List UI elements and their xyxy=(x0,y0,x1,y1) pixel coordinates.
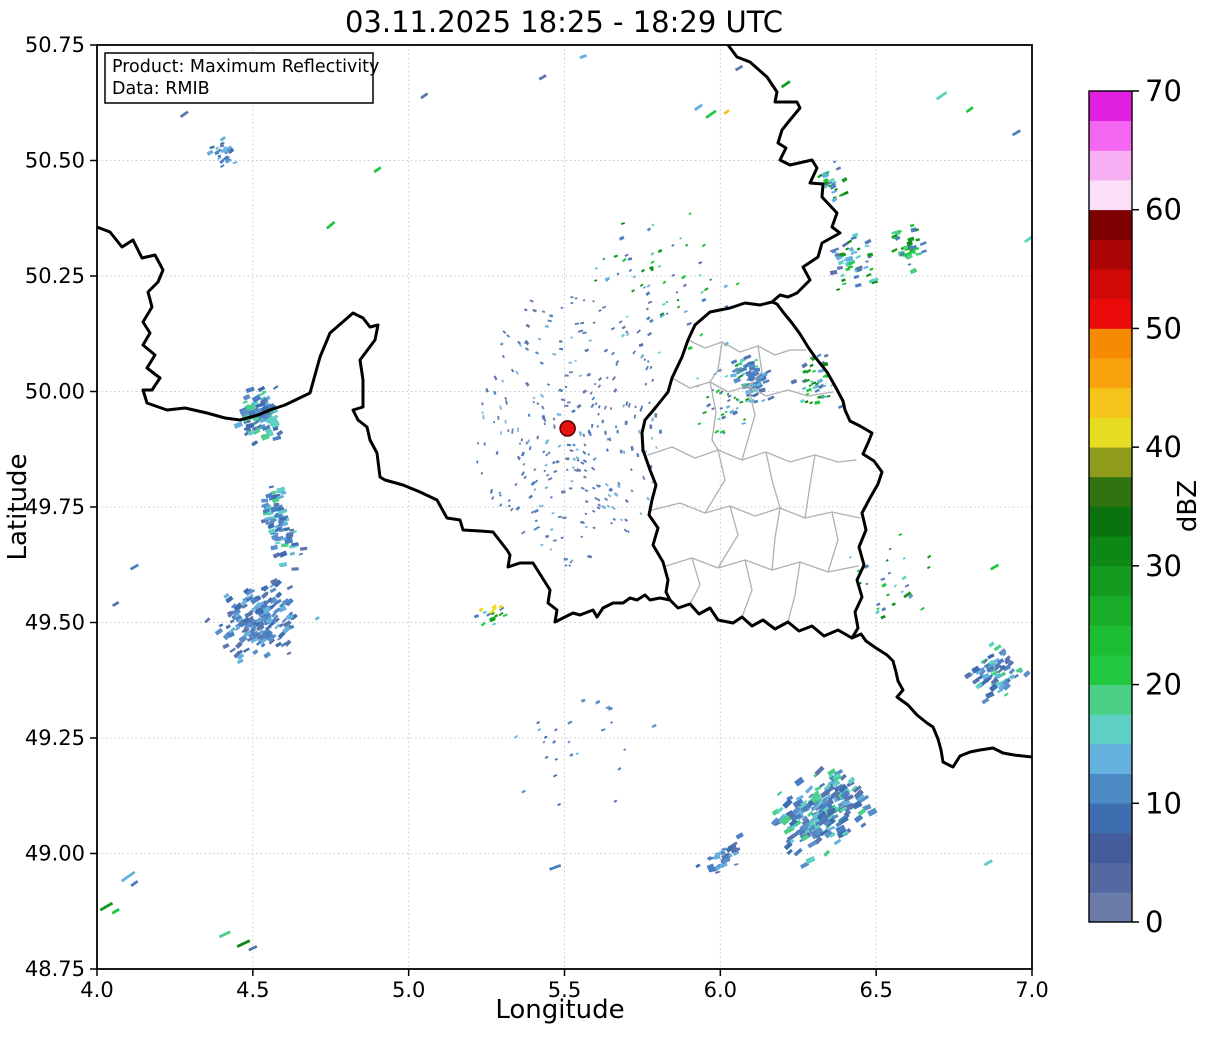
colorbar-segment xyxy=(1089,743,1132,775)
y-tick-label: 49.00 xyxy=(25,842,85,866)
colorbar-segment xyxy=(1089,506,1132,537)
colorbar-segment xyxy=(1089,209,1132,240)
product-annotation-box: Product: Maximum Reflectivity Data: RMIB xyxy=(104,52,379,104)
radar-site-dot xyxy=(559,420,576,437)
colorbar-segment xyxy=(1089,446,1132,478)
y-tick-label: 49.75 xyxy=(25,495,85,519)
colorbar-segment xyxy=(1089,832,1132,864)
annotation-data-line: Data: RMIB xyxy=(112,79,210,99)
colorbar-segment xyxy=(1089,802,1132,834)
colorbar-segment xyxy=(1089,238,1132,270)
plot-title: 03.11.2025 18:25 - 18:29 UTC xyxy=(345,5,783,39)
colorbar-segment xyxy=(1089,298,1132,329)
x-axis-label: Longitude xyxy=(495,995,624,1025)
colorbar-label: dBZ xyxy=(1173,480,1203,532)
colorbar-segment xyxy=(1089,624,1132,656)
radar-figure: 4.0 4.5 5.0 5.5 6.0 6.5 7.0 48.75 49.00 49.25 49.… xyxy=(0,0,1219,1040)
colorbar-segment xyxy=(1089,565,1132,596)
colorbar-tick-label: 50 xyxy=(1145,311,1182,345)
colorbar-segment xyxy=(1089,713,1132,745)
x-tick-label: 7.0 xyxy=(1015,978,1048,1002)
colorbar-tick-label: 10 xyxy=(1145,786,1182,820)
colorbar-tick-label: 20 xyxy=(1145,668,1182,702)
x-tick-label: 6.0 xyxy=(704,978,737,1002)
colorbar-segment xyxy=(1089,90,1132,122)
colorbar-tick-label: 40 xyxy=(1145,430,1182,464)
radar-map-svg: 4.0 4.5 5.0 5.5 6.0 6.5 7.0 48.7549.0049.2549.… xyxy=(3,5,1203,1025)
y-axis-ticks: 48.75 49.00 49.25 49.50 49.75 50.00 50.25 50.50… xyxy=(25,33,97,981)
colorbar-segment xyxy=(1089,862,1132,893)
colorbar-segment xyxy=(1089,357,1132,389)
annotation-product-line: Product: Maximum Reflectivity xyxy=(112,57,379,77)
y-tick-label: 50.00 xyxy=(25,380,85,404)
colorbar-segment xyxy=(1089,535,1132,567)
x-tick-label: 5.0 xyxy=(392,978,425,1002)
colorbar: 0 10 20 30 40 50 60 70 xyxy=(1088,74,1182,939)
colorbar-segment xyxy=(1089,654,1132,685)
y-tick-label: 50.75 xyxy=(25,33,85,57)
colorbar-segment xyxy=(1089,328,1132,359)
x-tick-label: 6.5 xyxy=(859,978,892,1002)
colorbar-segment xyxy=(1089,120,1132,151)
colorbar-tick-label: 70 xyxy=(1145,74,1182,108)
colorbar-tick-label: 30 xyxy=(1145,549,1182,583)
radar-site-marker xyxy=(559,420,576,437)
colorbar-segment xyxy=(1089,149,1132,181)
colorbar-segment xyxy=(1089,417,1132,448)
y-tick-label: 49.50 xyxy=(25,611,85,635)
y-tick-label: 48.75 xyxy=(25,957,85,981)
y-axis-label: Latitude xyxy=(3,453,33,560)
x-tick-label: 4.5 xyxy=(236,978,269,1002)
colorbar-segment xyxy=(1089,476,1132,507)
colorbar-segment xyxy=(1089,595,1132,626)
colorbar-segment xyxy=(1089,387,1132,418)
colorbar-tick-label: 60 xyxy=(1145,193,1182,227)
colorbar-segment xyxy=(1089,179,1132,211)
y-tick-label: 50.25 xyxy=(25,264,85,288)
colorbar-tick-label: 0 xyxy=(1145,905,1163,939)
colorbar-segment xyxy=(1089,773,1132,804)
y-tick-label: 49.25 xyxy=(25,726,85,750)
colorbar-segment xyxy=(1089,684,1132,715)
colorbar-segment xyxy=(1089,891,1132,923)
x-tick-label: 4.0 xyxy=(80,978,113,1002)
colorbar-segment xyxy=(1089,268,1132,300)
y-tick-label: 50.50 xyxy=(25,149,85,173)
